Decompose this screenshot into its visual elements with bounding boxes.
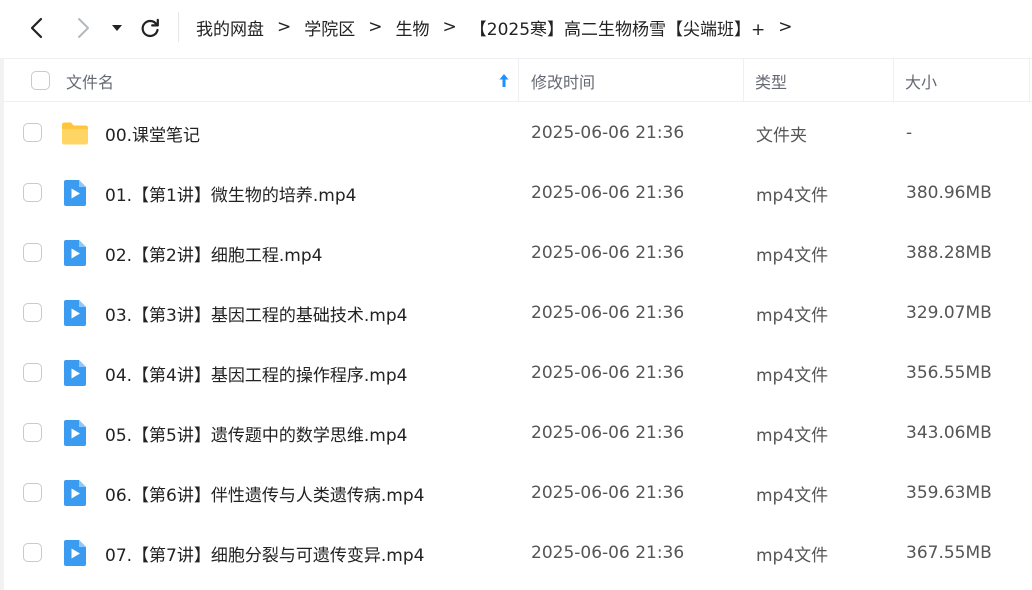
file-name[interactable]: 01.【第1讲】微生物的培养.mp4	[105, 163, 356, 223]
video-file-icon	[60, 418, 90, 448]
file-mtime: 2025-06-06 21:36	[531, 183, 685, 203]
forward-button[interactable]	[70, 14, 98, 42]
toolbar: 我的网盘 > 学院区 > 生物 > 【2025寒】高二生物杨雪【尖端班】+ >	[0, 0, 1032, 58]
file-type: mp4文件	[756, 305, 829, 326]
file-size: 367.55MB	[906, 543, 992, 563]
file-type: mp4文件	[756, 545, 829, 566]
file-row[interactable]: 06.【第6讲】伴性遗传与人类遗传病.mp4 2025-06-06 21:36 mp…	[4, 463, 1032, 523]
file-size: 343.06MB	[906, 423, 992, 443]
column-header-name[interactable]: 文件名	[66, 59, 114, 102]
file-mtime: 2025-06-06 21:36	[531, 303, 685, 323]
video-file-icon	[60, 178, 90, 208]
file-size: 388.28MB	[906, 243, 992, 263]
chevron-right-icon	[78, 18, 89, 38]
file-size: 356.55MB	[906, 363, 992, 383]
file-mtime: 2025-06-06 21:36	[531, 123, 685, 143]
file-name[interactable]: 07.【第7讲】细胞分裂与可遗传变异.mp4	[105, 523, 424, 583]
file-mtime: 2025-06-06 21:36	[531, 243, 685, 263]
file-type: mp4文件	[756, 425, 829, 446]
file-type: mp4文件	[756, 245, 829, 266]
breadcrumb-item-biology[interactable]: 生物	[396, 15, 430, 40]
file-type: 文件夹	[756, 125, 807, 146]
file-mtime: 2025-06-06 21:36	[531, 423, 685, 443]
breadcrumb-separator: >	[277, 17, 292, 37]
breadcrumb-separator[interactable]: >	[778, 17, 792, 37]
file-row[interactable]: 05.【第5讲】遗传题中的数学思维.mp4 2025-06-06 21:36 mp4…	[4, 403, 1032, 463]
video-file-icon	[60, 298, 90, 328]
breadcrumb-separator: >	[368, 17, 383, 37]
column-header-mtime[interactable]: 修改时间	[531, 59, 595, 102]
file-row[interactable]: 07.【第7讲】细胞分裂与可遗传变异.mp4 2025-06-06 21:36 mp…	[4, 523, 1032, 583]
column-divider[interactable]	[893, 59, 894, 102]
column-divider[interactable]	[1029, 59, 1030, 102]
back-button[interactable]	[22, 14, 50, 42]
file-type: mp4文件	[756, 485, 829, 506]
file-name[interactable]: 03.【第3讲】基因工程的基础技术.mp4	[105, 283, 407, 343]
file-name[interactable]: 00.课堂笔记	[105, 103, 200, 163]
file-row[interactable]: 04.【第4讲】基因工程的操作程序.mp4 2025-06-06 21:36 mp4…	[4, 343, 1032, 403]
file-mtime: 2025-06-06 21:36	[531, 543, 685, 563]
file-size: -	[906, 123, 913, 143]
file-type: mp4文件	[756, 365, 829, 386]
caret-down-icon	[112, 25, 122, 31]
file-name[interactable]: 05.【第5讲】遗传题中的数学思维.mp4	[105, 403, 407, 463]
video-file-icon	[60, 538, 90, 568]
video-file-icon	[60, 478, 90, 508]
file-manager-window: 我的网盘 > 学院区 > 生物 > 【2025寒】高二生物杨雪【尖端班】+ > …	[0, 0, 1032, 590]
breadcrumb-item-root[interactable]: 我的网盘	[196, 15, 264, 40]
file-mtime: 2025-06-06 21:36	[531, 483, 685, 503]
row-checkbox[interactable]	[23, 483, 42, 502]
row-checkbox[interactable]	[23, 123, 42, 142]
video-file-icon	[60, 358, 90, 388]
row-checkbox[interactable]	[23, 543, 42, 562]
row-checkbox[interactable]	[23, 243, 42, 262]
row-checkbox[interactable]	[23, 183, 42, 202]
file-name[interactable]: 02.【第2讲】细胞工程.mp4	[105, 223, 322, 283]
column-divider[interactable]	[743, 59, 744, 102]
file-size: 380.96MB	[906, 183, 992, 203]
breadcrumb-item-current[interactable]: 【2025寒】高二生物杨雪【尖端班】+	[470, 15, 766, 40]
toolbar-separator	[178, 12, 179, 42]
column-header-type[interactable]: 类型	[755, 59, 787, 102]
breadcrumb-item-college[interactable]: 学院区	[304, 15, 355, 40]
column-header-size[interactable]: 大小	[905, 59, 937, 102]
video-file-icon	[60, 238, 90, 268]
file-row[interactable]: 01.【第1讲】微生物的培养.mp4 2025-06-06 21:36 mp4文件 3…	[4, 163, 1032, 223]
refresh-icon	[141, 18, 159, 38]
select-all-checkbox[interactable]	[31, 71, 50, 90]
file-table-header: 文件名 修改时间 类型 大小	[4, 58, 1032, 102]
row-checkbox[interactable]	[23, 363, 42, 382]
history-dropdown-button[interactable]	[104, 14, 130, 42]
folder-icon	[60, 118, 90, 148]
file-mtime: 2025-06-06 21:36	[531, 363, 685, 383]
file-row[interactable]: 03.【第3讲】基因工程的基础技术.mp4 2025-06-06 21:36 mp4…	[4, 283, 1032, 343]
sort-ascending-icon[interactable]	[496, 72, 512, 90]
column-divider[interactable]	[518, 59, 519, 102]
file-name[interactable]: 04.【第4讲】基因工程的操作程序.mp4	[105, 343, 407, 403]
refresh-button[interactable]	[136, 14, 164, 42]
file-row[interactable]: 00.课堂笔记 2025-06-06 21:36 文件夹 -	[4, 103, 1032, 163]
row-checkbox[interactable]	[23, 303, 42, 322]
breadcrumb-separator: >	[442, 17, 457, 37]
file-row[interactable]: 02.【第2讲】细胞工程.mp4 2025-06-06 21:36 mp4文件 388…	[4, 223, 1032, 283]
file-size: 359.63MB	[906, 483, 992, 503]
row-checkbox[interactable]	[23, 423, 42, 442]
breadcrumb: 我的网盘 > 学院区 > 生物 > 【2025寒】高二生物杨雪【尖端班】+ >	[196, 0, 806, 54]
file-type: mp4文件	[756, 185, 829, 206]
file-size: 329.07MB	[906, 303, 992, 323]
file-name[interactable]: 06.【第6讲】伴性遗传与人类遗传病.mp4	[105, 463, 424, 523]
chevron-left-icon	[30, 17, 43, 39]
